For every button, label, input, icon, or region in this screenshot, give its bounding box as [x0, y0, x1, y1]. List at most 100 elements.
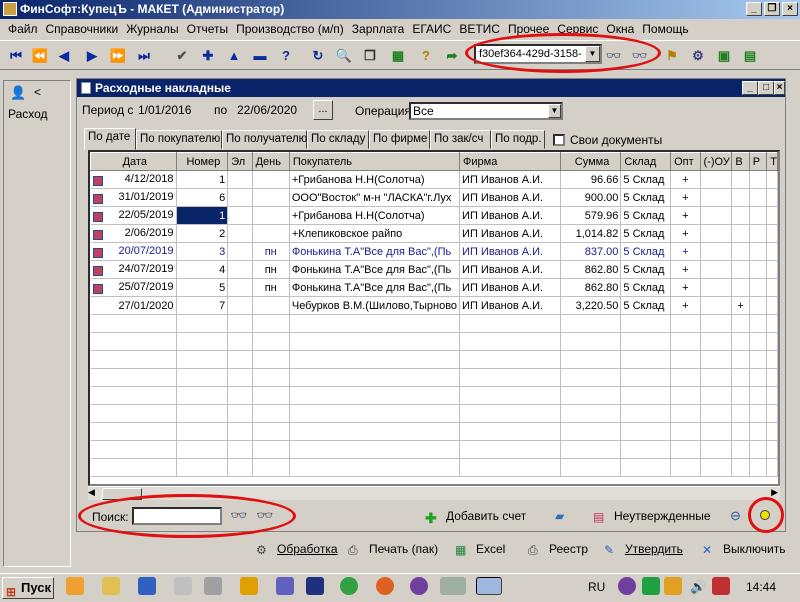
- period-from-value[interactable]: 1/01/2016: [138, 103, 191, 117]
- scroll-right-icon[interactable]: ▶: [771, 487, 778, 498]
- own-docs-checkbox[interactable]: [553, 134, 565, 146]
- search-input[interactable]: [132, 507, 222, 525]
- row-r[interactable]: [749, 278, 768, 297]
- row-el[interactable]: [227, 296, 253, 315]
- row-sum[interactable]: 837.00: [560, 242, 622, 261]
- row-t[interactable]: [766, 170, 778, 189]
- row-number[interactable]: 3: [176, 242, 229, 261]
- row-v[interactable]: [731, 170, 750, 189]
- col-v[interactable]: В: [731, 152, 750, 171]
- row-day[interactable]: пн: [252, 278, 290, 297]
- row-buyer[interactable]: ООО"Восток" м-н "ЛАСКА"г.Лух: [289, 188, 461, 207]
- row-ou[interactable]: [700, 296, 733, 315]
- menu-file[interactable]: Файл: [4, 22, 42, 36]
- menu-help[interactable]: Помощь: [638, 22, 692, 36]
- table-row[interactable]: 31/01/2019 6 ООО"Восток" м-н "ЛАСКА"г.Лух И…: [90, 188, 778, 207]
- tab-by-order[interactable]: По зак/сч: [430, 130, 491, 149]
- row-r[interactable]: [749, 206, 768, 225]
- menu-reports[interactable]: Отчеты: [183, 22, 232, 36]
- settings-icon[interactable]: ⚙: [688, 46, 708, 66]
- row-el[interactable]: [227, 260, 253, 279]
- first-record-icon[interactable]: ⏮: [6, 46, 26, 66]
- row-number[interactable]: 1: [176, 170, 229, 189]
- chevron-down-icon[interactable]: ▼: [585, 46, 600, 62]
- arrow-icon[interactable]: ➦: [442, 46, 462, 66]
- menu-journals[interactable]: Журналы: [122, 22, 182, 36]
- row-firm[interactable]: ИП Иванов А.И.: [459, 260, 561, 279]
- row-firm[interactable]: ИП Иванов А.И.: [459, 188, 561, 207]
- tray-red-icon[interactable]: [712, 577, 730, 595]
- child-close-button[interactable]: ×: [774, 81, 785, 95]
- row-sum[interactable]: 96.66: [560, 170, 622, 189]
- processing-button[interactable]: ⚙ Обработка: [256, 542, 338, 557]
- question-icon[interactable]: ?: [416, 46, 436, 66]
- row-el[interactable]: [227, 188, 253, 207]
- row-r[interactable]: [749, 224, 768, 243]
- row-v[interactable]: [731, 260, 750, 279]
- child-maximize-button[interactable]: □: [758, 81, 774, 95]
- filter-icon[interactable]: ⚑: [662, 46, 682, 66]
- find-add-icon[interactable]: 👓: [230, 507, 247, 524]
- volume-icon[interactable]: 🔊: [690, 579, 706, 595]
- pdf-icon[interactable]: [174, 577, 192, 595]
- help-icon[interactable]: ?: [276, 46, 296, 66]
- row-firm[interactable]: ИП Иванов А.И.: [459, 242, 561, 261]
- task-app-icon[interactable]: [440, 577, 466, 595]
- table-row[interactable]: 25/07/2019 5 пн Фонькина Т.А"Все для Вас",(…: [90, 278, 778, 297]
- row-t[interactable]: [766, 188, 778, 207]
- next-page-icon[interactable]: ⏩: [108, 46, 128, 66]
- row-number[interactable]: 7: [176, 296, 229, 315]
- minimize-button[interactable]: _: [746, 2, 762, 16]
- menu-egais[interactable]: ЕГАИС: [408, 22, 455, 36]
- row-ou[interactable]: [700, 260, 733, 279]
- row-store[interactable]: 5 Склад: [620, 224, 672, 243]
- row-el[interactable]: [227, 206, 253, 225]
- row-ou[interactable]: [700, 242, 733, 261]
- tray-orange-icon[interactable]: [664, 577, 682, 595]
- row-r[interactable]: [749, 188, 768, 207]
- row-ou[interactable]: [700, 224, 733, 243]
- row-date[interactable]: 31/01/2019: [90, 188, 177, 207]
- row-el[interactable]: [227, 278, 253, 297]
- row-firm[interactable]: ИП Иванов А.И.: [459, 170, 561, 189]
- tab-by-firm[interactable]: По фирме: [369, 130, 430, 149]
- table-row[interactable]: 22/05/2019 1 +Грибанова Н.Н(Солотча) ИП Ива…: [90, 206, 778, 225]
- row-store[interactable]: 5 Склад: [620, 260, 672, 279]
- find-icon[interactable]: 👓: [630, 46, 650, 66]
- menu-salary[interactable]: Зарплата: [348, 22, 409, 36]
- row-store[interactable]: 5 Склад: [620, 242, 672, 261]
- add-invoice-button[interactable]: ✚ Добавить счет: [425, 509, 526, 526]
- table-row[interactable]: 2/06/2019 2 +Клепиковское райпо ИП Иванов А…: [90, 224, 778, 243]
- row-t[interactable]: [766, 278, 778, 297]
- row-firm[interactable]: ИП Иванов А.И.: [459, 278, 561, 297]
- col-r[interactable]: Р: [748, 152, 768, 171]
- period-to-value[interactable]: 22/06/2020: [237, 103, 297, 117]
- find-next-icon[interactable]: 👓: [256, 507, 273, 524]
- row-t[interactable]: [766, 206, 778, 225]
- row-number[interactable]: 6: [176, 188, 229, 207]
- tab-by-division[interactable]: По подр.: [491, 130, 545, 149]
- row-buyer[interactable]: +Клепиковское райпо: [289, 224, 461, 243]
- menu-production[interactable]: Производство (м/п): [232, 22, 348, 36]
- search-icon[interactable]: 🔍: [334, 46, 354, 66]
- left-panel-label[interactable]: Расход: [8, 107, 48, 121]
- row-ou[interactable]: [700, 206, 733, 225]
- table-row[interactable]: 24/07/2019 4 пн Фонькина Т.А"Все для Вас",(…: [90, 260, 778, 279]
- col-store[interactable]: Склад: [620, 152, 672, 171]
- row-date[interactable]: 20/07/2019: [90, 242, 177, 261]
- media-icon[interactable]: [66, 577, 84, 595]
- scroll-thumb[interactable]: [102, 488, 142, 500]
- chevron-down-icon[interactable]: ▼: [548, 104, 561, 118]
- approve-button[interactable]: ✎ Утвердить: [604, 542, 683, 557]
- exit-button[interactable]: ✕ Выключить: [702, 542, 785, 557]
- language-indicator[interactable]: RU: [588, 580, 605, 594]
- row-r[interactable]: [749, 170, 768, 189]
- book-icon[interactable]: ▰: [555, 509, 564, 523]
- row-firm[interactable]: ИП Иванов А.И.: [459, 296, 561, 315]
- start-button[interactable]: ⊞ Пуск: [2, 577, 54, 599]
- scroll-left-icon[interactable]: ◀: [88, 487, 95, 498]
- chrome-icon[interactable]: [340, 577, 358, 595]
- row-opt[interactable]: +: [670, 170, 701, 189]
- excel-button[interactable]: ▦ Excel: [455, 542, 505, 557]
- col-opt[interactable]: Опт: [670, 152, 701, 171]
